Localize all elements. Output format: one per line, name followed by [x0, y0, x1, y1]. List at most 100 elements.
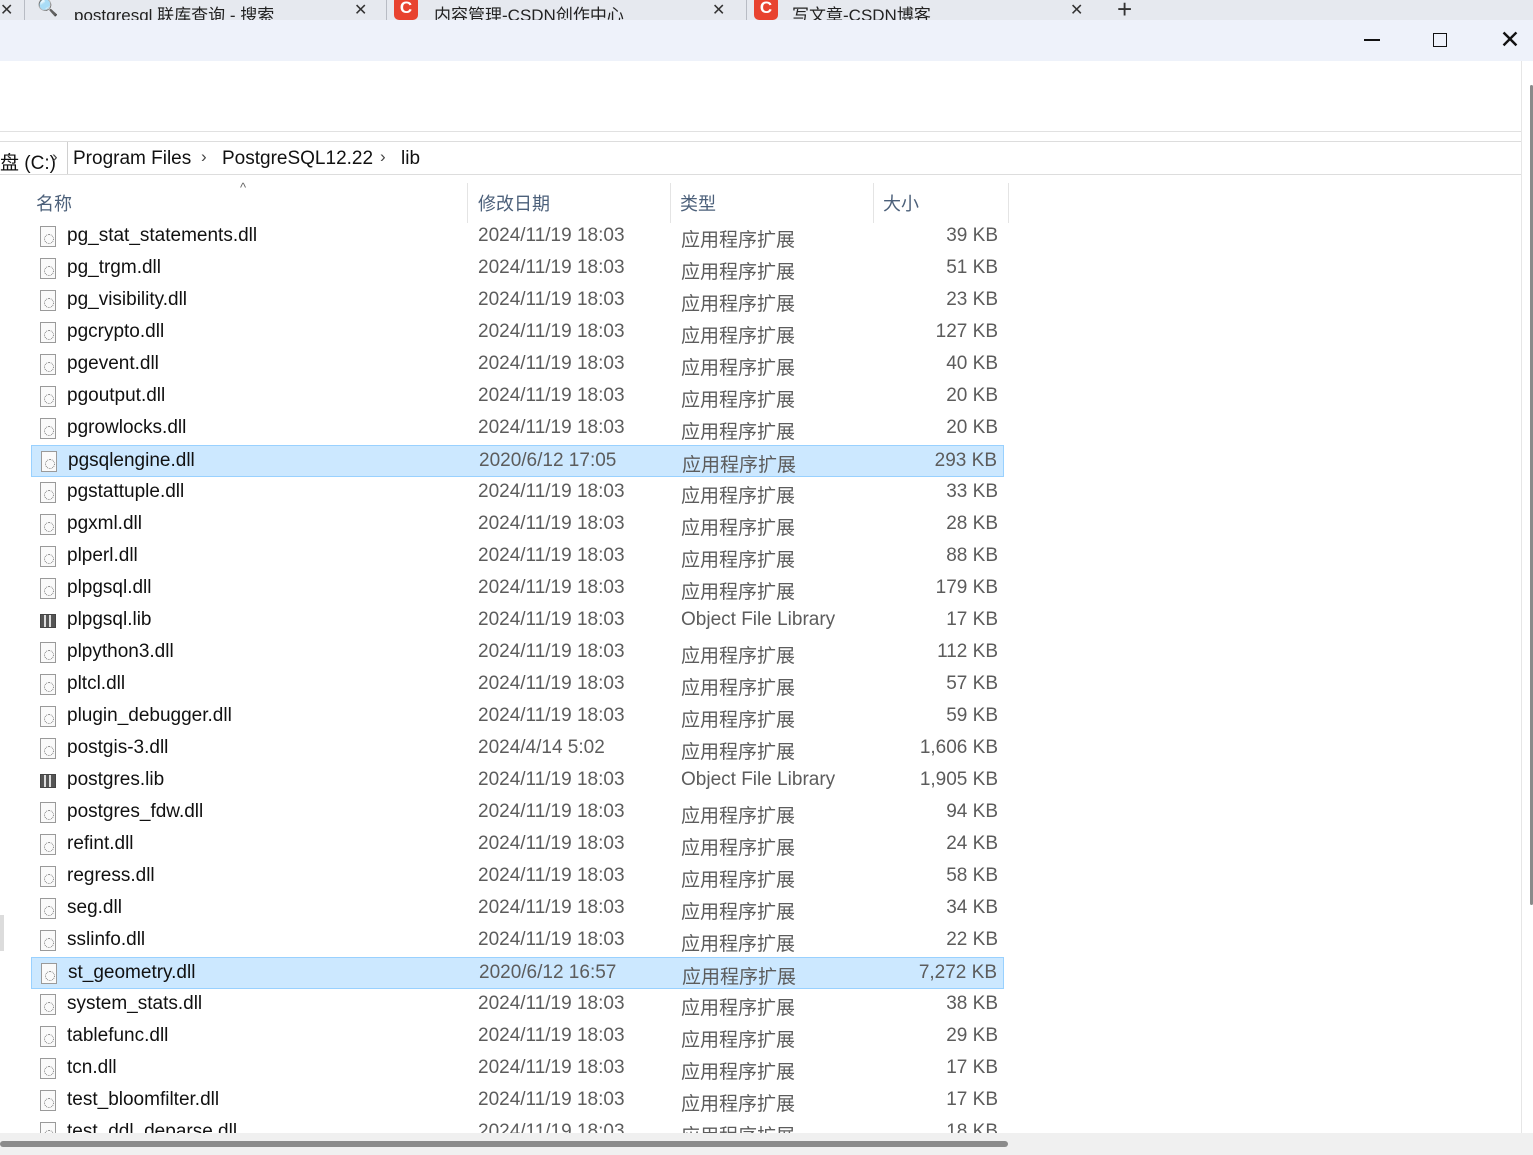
file-row[interactable]: pltcl.dll 2024/11/19 18:03 应用程序扩展 57 KB: [31, 669, 1004, 701]
file-row[interactable]: refint.dll 2024/11/19 18:03 应用程序扩展 24 KB: [31, 829, 1004, 861]
file-row[interactable]: sslinfo.dll 2024/11/19 18:03 应用程序扩展 22 KB: [31, 925, 1004, 957]
dll-file-icon: [40, 930, 56, 951]
column-divider[interactable]: [670, 183, 671, 223]
dll-file-icon: [40, 738, 56, 759]
file-type: 应用程序扩展: [681, 710, 796, 731]
file-size: 7,272 KB: [918, 962, 997, 983]
tab-close-icon[interactable]: ✕: [1070, 0, 1083, 20]
chevron-right-icon[interactable]: ›: [380, 147, 386, 167]
file-name: plperl.dll: [67, 545, 138, 566]
window-caption-bar: ✕: [0, 20, 1533, 61]
dll-file-icon: [40, 226, 56, 247]
maximize-button[interactable]: [1410, 20, 1470, 60]
file-modified-date: 2024/11/19 18:03: [478, 801, 625, 822]
file-row[interactable]: system_stats.dll 2024/11/19 18:03 应用程序扩展 38…: [31, 989, 1004, 1021]
file-name: postgres.lib: [67, 769, 165, 790]
column-divider[interactable]: [873, 183, 874, 223]
file-type: 应用程序扩展: [681, 582, 796, 603]
file-size: 1,606 KB: [919, 737, 998, 758]
file-type: 应用程序扩展: [681, 902, 796, 923]
column-divider[interactable]: [1008, 183, 1009, 223]
browser-tab-csdn-write[interactable]: C 写文章-CSDN博客 ✕: [748, 0, 1104, 20]
file-size: 51 KB: [946, 257, 998, 278]
file-row[interactable]: regress.dll 2024/11/19 18:03 应用程序扩展 58 KB: [31, 861, 1004, 893]
file-modified-date: 2024/11/19 18:03: [478, 993, 625, 1014]
file-row[interactable]: st_geometry.dll 2020/6/12 16:57 应用程序扩展 7,27…: [31, 957, 1004, 989]
breadcrumb-program-files[interactable]: Program Files: [73, 148, 191, 170]
file-row[interactable]: plpgsql.lib 2024/11/19 18:03 Object File L…: [31, 605, 1004, 637]
file-row[interactable]: test_ddl_deparse.dll 2024/11/19 18:03 应用程序…: [31, 1117, 1004, 1133]
tab-close-icon[interactable]: ✕: [712, 0, 725, 20]
file-row[interactable]: plugin_debugger.dll 2024/11/19 18:03 应用程序扩…: [31, 701, 1004, 733]
file-modified-date: 2024/11/19 18:03: [478, 897, 625, 918]
file-type: 应用程序扩展: [681, 934, 796, 955]
file-row[interactable]: pgoutput.dll 2024/11/19 18:03 应用程序扩展 20 KB: [31, 381, 1004, 413]
close-button[interactable]: ✕: [1480, 20, 1533, 60]
file-name: plpgsql.dll: [67, 577, 152, 598]
file-modified-date: 2024/11/19 18:03: [478, 257, 625, 278]
tab-close-icon[interactable]: ✕: [354, 0, 367, 20]
column-header-size[interactable]: 大小: [877, 183, 1007, 223]
file-name: pgstattuple.dll: [67, 481, 185, 502]
navigation-pane-edge: [0, 915, 4, 951]
file-row[interactable]: pg_trgm.dll 2024/11/19 18:03 应用程序扩展 51 KB: [31, 253, 1004, 285]
file-row[interactable]: postgres_fdw.dll 2024/11/19 18:03 应用程序扩展 94…: [31, 797, 1004, 829]
browser-tab-search[interactable]: 🔍 postgresql 联库查询 - 搜索 ✕: [26, 0, 386, 20]
new-tab-icon[interactable]: +: [1117, 0, 1132, 20]
file-row[interactable]: plpgsql.dll 2024/11/19 18:03 应用程序扩展 179 KB: [31, 573, 1004, 605]
file-modified-date: 2024/11/19 18:03: [478, 1121, 625, 1133]
file-row[interactable]: pgrowlocks.dll 2024/11/19 18:03 应用程序扩展 20 K…: [31, 413, 1004, 445]
breadcrumb-drive[interactable]: 盘 (C:): [0, 148, 56, 175]
file-row[interactable]: plperl.dll 2024/11/19 18:03 应用程序扩展 88 KB: [31, 541, 1004, 573]
breadcrumb-postgresql[interactable]: PostgreSQL12.22: [222, 148, 373, 170]
file-type: 应用程序扩展: [681, 294, 796, 315]
file-name: plpgsql.lib: [67, 609, 152, 630]
file-modified-date: 2024/11/19 18:03: [478, 1025, 625, 1046]
minimize-button[interactable]: [1342, 20, 1402, 60]
file-modified-date: 2024/11/19 18:03: [478, 769, 625, 790]
column-header-name[interactable]: 名称: [30, 183, 467, 223]
dll-file-icon: [40, 514, 56, 535]
file-name: pg_trgm.dll: [67, 257, 161, 278]
column-divider[interactable]: [467, 183, 468, 223]
file-row[interactable]: pgsqlengine.dll 2020/6/12 17:05 应用程序扩展 293 …: [31, 445, 1004, 477]
tab-close-icon[interactable]: ✕: [0, 0, 13, 20]
file-type: 应用程序扩展: [681, 390, 796, 411]
file-row[interactable]: seg.dll 2024/11/19 18:03 应用程序扩展 34 KB: [31, 893, 1004, 925]
file-row[interactable]: tablefunc.dll 2024/11/19 18:03 应用程序扩展 29 KB: [31, 1021, 1004, 1053]
file-row[interactable]: pgxml.dll 2024/11/19 18:03 应用程序扩展 28 KB: [31, 509, 1004, 541]
file-type: 应用程序扩展: [681, 550, 796, 571]
file-row[interactable]: plpython3.dll 2024/11/19 18:03 应用程序扩展 112 K…: [31, 637, 1004, 669]
horizontal-scroll-thumb[interactable]: [0, 1141, 1008, 1147]
file-row[interactable]: postgres.lib 2024/11/19 18:03 Object File …: [31, 765, 1004, 797]
dll-file-icon: [40, 258, 56, 279]
chevron-right-icon[interactable]: ›: [201, 147, 207, 167]
horizontal-scrollbar[interactable]: [0, 1133, 1533, 1155]
file-size: 20 KB: [946, 417, 998, 438]
file-row[interactable]: pg_visibility.dll 2024/11/19 18:03 应用程序扩展 2…: [31, 285, 1004, 317]
column-header-type[interactable]: 类型: [674, 183, 872, 223]
file-row[interactable]: tcn.dll 2024/11/19 18:03 应用程序扩展 17 KB: [31, 1053, 1004, 1085]
vertical-scrollbar[interactable]: [1521, 61, 1533, 1133]
file-modified-date: 2024/11/19 18:03: [478, 577, 625, 598]
file-name: st_geometry.dll: [68, 962, 196, 983]
file-name: test_bloomfilter.dll: [67, 1089, 220, 1110]
address-bar[interactable]: 盘 (C:) › Program Files › PostgreSQL12.22…: [0, 141, 1521, 175]
chevron-right-icon[interactable]: ›: [52, 147, 58, 167]
tab-divider: [24, 0, 25, 20]
file-row[interactable]: pgstattuple.dll 2024/11/19 18:03 应用程序扩展 33 …: [31, 477, 1004, 509]
file-type: 应用程序扩展: [681, 806, 796, 827]
dll-file-icon: [40, 1122, 56, 1133]
file-type: 应用程序扩展: [681, 326, 796, 347]
column-header-date[interactable]: 修改日期: [472, 183, 670, 223]
file-row[interactable]: postgis-3.dll 2024/4/14 5:02 应用程序扩展 1,606 K…: [31, 733, 1004, 765]
file-row[interactable]: pg_stat_statements.dll 2024/11/19 18:03 应用…: [31, 221, 1004, 253]
file-row[interactable]: pgevent.dll 2024/11/19 18:03 应用程序扩展 40 KB: [31, 349, 1004, 381]
browser-tab-strip: ✕ 🔍 postgresql 联库查询 - 搜索 ✕ C 内容管理-CSDN创作…: [0, 0, 1533, 20]
file-size: 112 KB: [937, 641, 998, 662]
breadcrumb-drive-box[interactable]: 盘 (C:): [0, 142, 68, 174]
file-row[interactable]: test_bloomfilter.dll 2024/11/19 18:03 应用程序…: [31, 1085, 1004, 1117]
breadcrumb-lib[interactable]: lib: [401, 148, 420, 170]
browser-tab-csdn-content[interactable]: C 内容管理-CSDN创作中心 ✕: [388, 0, 746, 20]
file-row[interactable]: pgcrypto.dll 2024/11/19 18:03 应用程序扩展 127 KB: [31, 317, 1004, 349]
